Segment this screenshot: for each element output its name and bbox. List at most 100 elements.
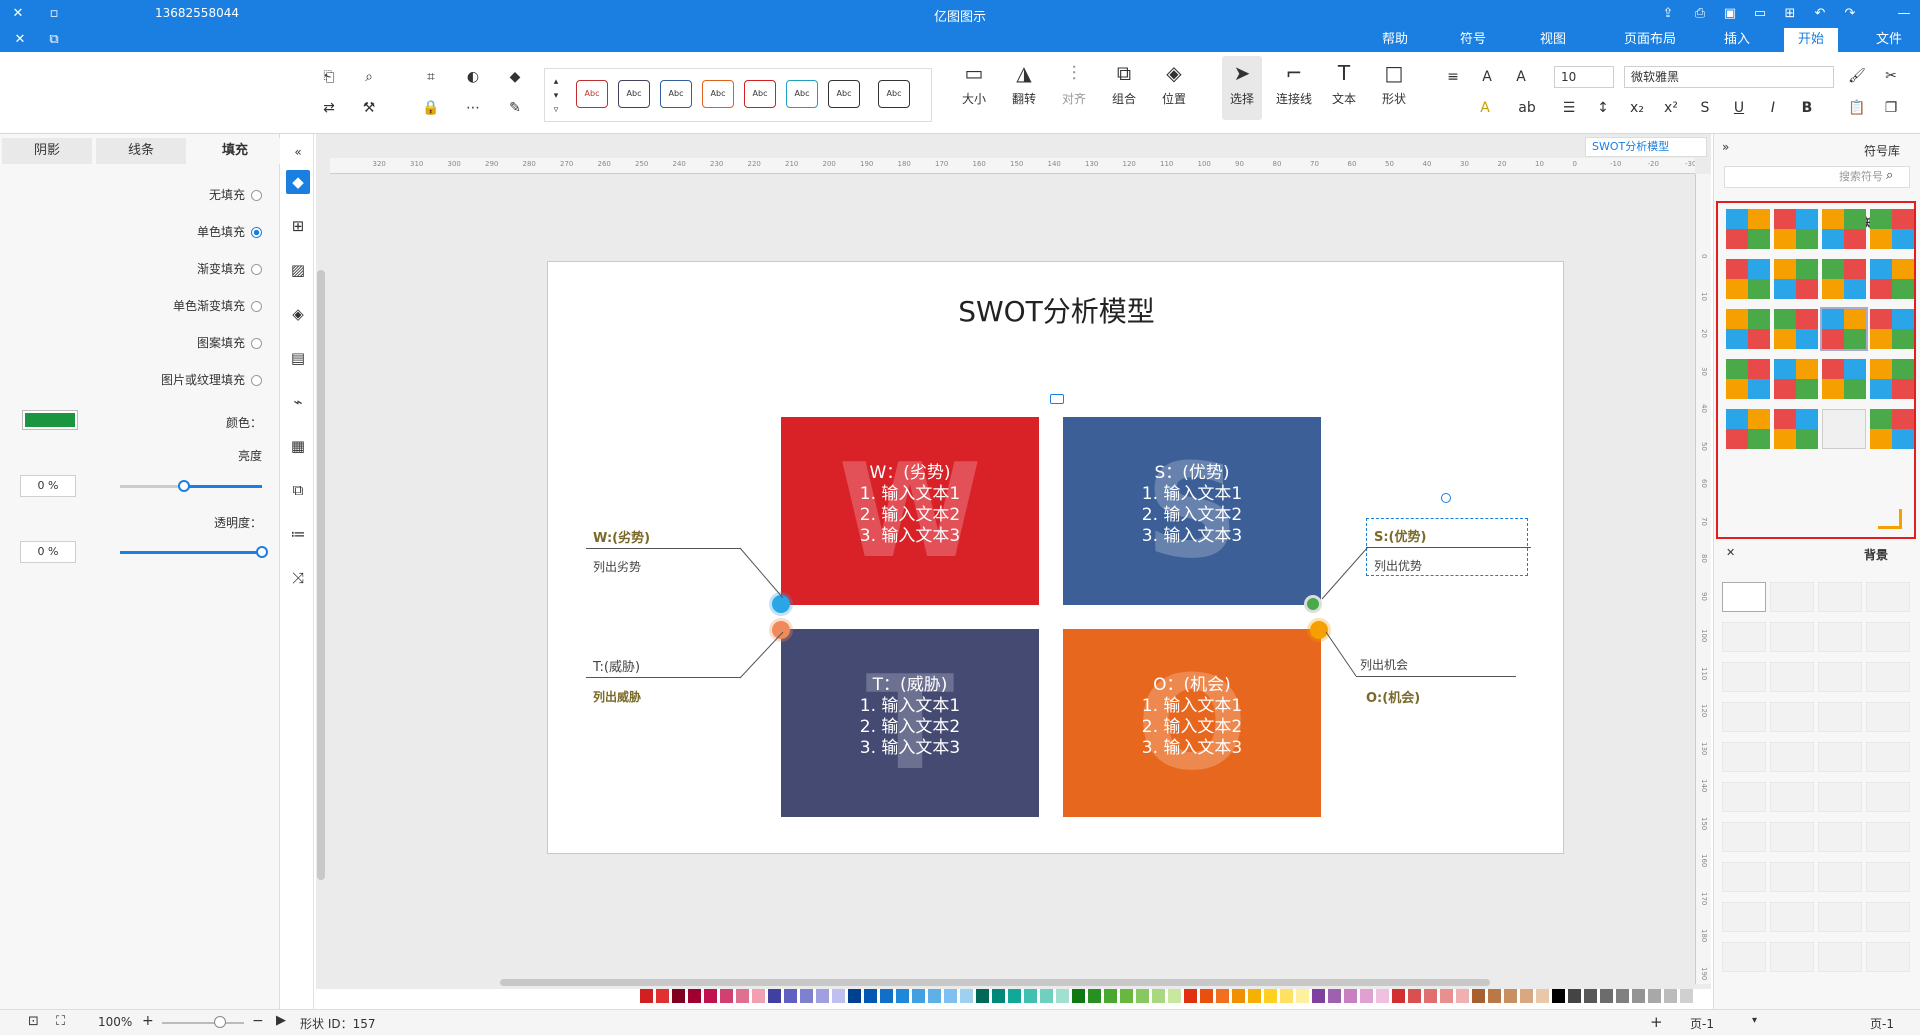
palette-swatch[interactable] <box>1328 989 1341 1003</box>
search-icon[interactable]: ⌕ <box>1886 168 1893 183</box>
fill-option-none[interactable]: 无填充 <box>150 186 262 203</box>
matrix-symbol[interactable] <box>1822 209 1866 249</box>
threat-sublabel[interactable]: 列出威胁 <box>593 688 641 705</box>
swot-quadrant-weakness[interactable]: W W：(劣势) 1. 输入文本1 2. 输入文本2 3. 输入文本3 <box>781 417 1039 605</box>
fill-panel-icon[interactable]: ◆ <box>286 170 310 194</box>
align-handle-icon[interactable] <box>1050 394 1064 404</box>
strength-sublabel[interactable]: 列出优势 <box>1374 557 1422 574</box>
palette-swatch[interactable] <box>1408 989 1421 1003</box>
background-thumbnail[interactable] <box>1770 582 1814 612</box>
page-panel-icon[interactable]: ▤ <box>286 346 310 370</box>
print-icon[interactable]: ⎙ <box>1690 4 1710 24</box>
palette-swatch[interactable] <box>1584 989 1597 1003</box>
palette-swatch[interactable] <box>1024 989 1037 1003</box>
palette-swatch[interactable] <box>880 989 893 1003</box>
palette-swatch[interactable] <box>1312 989 1325 1003</box>
palette-swatch[interactable] <box>1360 989 1373 1003</box>
matrix-symbol[interactable] <box>1726 309 1770 349</box>
zoom-out-icon[interactable]: − <box>252 1013 264 1029</box>
palette-swatch[interactable] <box>1248 989 1261 1003</box>
save-icon[interactable]: ▣ <box>1720 4 1740 24</box>
palette-swatch[interactable] <box>1216 989 1229 1003</box>
page-select[interactable]: 页-1 <box>1690 1015 1740 1032</box>
font-color-icon[interactable]: A <box>1474 97 1496 119</box>
style-swatch[interactable]: Abc <box>828 80 860 108</box>
font-shrink-icon[interactable]: A <box>1476 66 1498 88</box>
quadrant-text[interactable]: S：(优势) 1. 输入文本1 2. 输入文本2 3. 输入文本3 <box>1063 463 1321 547</box>
replace-icon[interactable]: ⇄ <box>318 97 340 119</box>
style-swatch[interactable]: Abc <box>878 80 910 108</box>
background-thumbnail[interactable] <box>1722 582 1766 612</box>
palette-swatch[interactable] <box>864 989 877 1003</box>
line-style-icon[interactable]: ⋯ <box>462 97 484 119</box>
swot-quadrant-opportunity[interactable]: O O：(机会) 1. 输入文本1 2. 输入文本2 3. 输入文本3 <box>1063 629 1321 817</box>
palette-swatch[interactable] <box>1168 989 1181 1003</box>
style-swatch[interactable]: Abc <box>576 80 608 108</box>
group-button[interactable]: ⧉ 组合 <box>1104 56 1144 120</box>
palette-swatch[interactable] <box>1184 989 1197 1003</box>
font-size-select[interactable]: 10 <box>1554 66 1614 88</box>
tools-icon[interactable]: ⚒ <box>358 97 380 119</box>
tab-symbols[interactable]: 符号 <box>1446 28 1500 52</box>
matrix-symbol[interactable] <box>1726 409 1770 449</box>
palette-swatch[interactable] <box>928 989 941 1003</box>
palette-swatch[interactable] <box>688 989 701 1003</box>
matrix-symbol[interactable] <box>1870 209 1914 249</box>
palette-swatch[interactable] <box>1568 989 1581 1003</box>
background-thumbnail[interactable] <box>1722 662 1766 692</box>
matrix-symbol[interactable] <box>1870 309 1914 349</box>
underline-icon[interactable]: U <box>1728 97 1750 119</box>
background-thumbnail[interactable] <box>1770 622 1814 652</box>
background-thumbnail[interactable] <box>1770 902 1814 932</box>
collapse-icon[interactable]: « <box>286 140 310 164</box>
font-family-select[interactable]: 微软雅黑 <box>1624 66 1834 88</box>
table-panel-icon[interactable]: ▦ <box>286 434 310 458</box>
quadrant-text[interactable]: O：(机会) 1. 输入文本1 2. 输入文本2 3. 输入文本3 <box>1063 675 1321 759</box>
text-case-icon[interactable]: ab <box>1516 97 1538 119</box>
palette-swatch[interactable] <box>800 989 813 1003</box>
bullet-list-icon[interactable]: ☰ <box>1558 97 1580 119</box>
flip-button[interactable]: ◮ 翻转 <box>1004 56 1044 120</box>
background-thumbnail[interactable] <box>1722 742 1766 772</box>
palette-swatch[interactable] <box>1072 989 1085 1003</box>
palette-swatch[interactable] <box>832 989 845 1003</box>
palette-swatch[interactable] <box>640 989 653 1003</box>
opportunity-sublabel[interactable]: 列出机会 <box>1360 656 1408 673</box>
page-tab[interactable]: 页-1 <box>1870 1015 1894 1032</box>
matrix-symbol[interactable] <box>1870 359 1914 399</box>
palette-swatch[interactable] <box>1136 989 1149 1003</box>
background-thumbnail[interactable] <box>1866 622 1910 652</box>
palette-swatch[interactable] <box>1008 989 1021 1003</box>
fill-option-gradient[interactable]: 渐变填充 <box>150 260 262 277</box>
page-dropdown-icon[interactable]: ▾ <box>1752 1015 1757 1026</box>
palette-swatch[interactable] <box>752 989 765 1003</box>
palette-swatch[interactable] <box>1504 989 1517 1003</box>
palette-swatch[interactable] <box>1648 989 1661 1003</box>
line-spacing-icon[interactable]: ↕ <box>1592 97 1614 119</box>
find-icon[interactable]: ⌕ <box>358 66 380 88</box>
palette-swatch[interactable] <box>976 989 989 1003</box>
font-grow-icon[interactable]: A <box>1510 66 1532 88</box>
palette-swatch[interactable] <box>1520 989 1533 1003</box>
diagram-page[interactable]: SWOT分析模型 W W：(劣势) 1. 输入文本1 2. 输入文本2 3. 输… <box>547 261 1564 854</box>
palette-swatch[interactable] <box>1088 989 1101 1003</box>
bold-icon[interactable]: B <box>1796 97 1818 119</box>
background-thumbnail[interactable] <box>1722 822 1766 852</box>
quadrant-text[interactable]: W：(劣势) 1. 输入文本1 2. 输入文本2 3. 输入文本3 <box>781 463 1039 547</box>
strength-label[interactable]: S:(优势) <box>1374 526 1426 545</box>
palette-swatch[interactable] <box>1552 989 1565 1003</box>
background-thumbnail[interactable] <box>1770 942 1814 972</box>
matrix-symbol[interactable] <box>1774 209 1818 249</box>
weakness-sublabel[interactable]: 列出劣势 <box>593 558 641 575</box>
expand-icon[interactable]: » <box>1722 140 1729 154</box>
diagram-title[interactable]: SWOT分析模型 <box>548 290 1565 330</box>
fullscreen-icon[interactable]: ⛶ <box>56 1014 65 1029</box>
shuffle-panel-icon[interactable]: ⤨ <box>286 566 310 590</box>
italic-icon[interactable]: I <box>1762 97 1784 119</box>
copy-panel-icon[interactable]: ⧉ <box>286 478 310 502</box>
palette-swatch[interactable] <box>944 989 957 1003</box>
background-thumbnail[interactable] <box>1722 902 1766 932</box>
user-phone[interactable]: 13682558044 <box>155 6 239 20</box>
palette-swatch[interactable] <box>784 989 797 1003</box>
zoom-level[interactable]: 100% <box>98 1015 132 1029</box>
